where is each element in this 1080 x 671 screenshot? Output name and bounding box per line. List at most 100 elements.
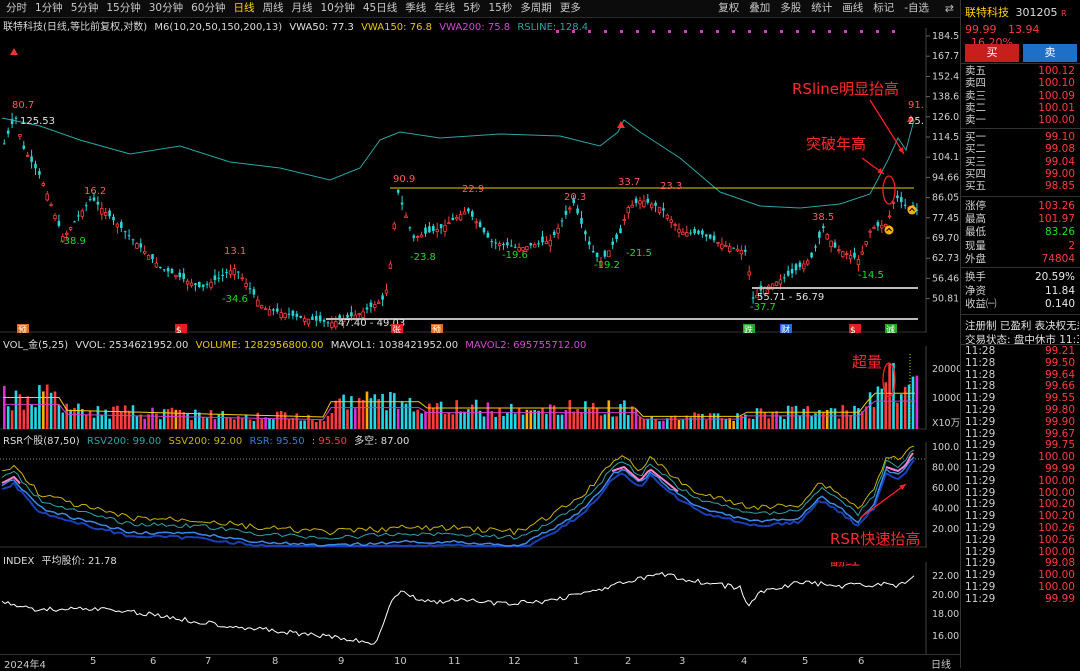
- tick-time: 11:29: [965, 404, 996, 416]
- stat-row-value: 83.26: [1044, 226, 1075, 239]
- rsr-chart[interactable]: 100.0 80.00 60.00 40.00 20.00 RSR快速抬高: [0, 442, 960, 548]
- event-marker[interactable]: 诚: [886, 324, 895, 333]
- tick-row: 11:28 99.21: [961, 345, 1080, 358]
- stat-row-value: 103.26: [1038, 200, 1075, 212]
- stat-row-label: 外盘: [965, 252, 986, 265]
- tool-button[interactable]: 画线: [837, 2, 868, 15]
- rsr-axis-tick: 100.0: [932, 442, 959, 453]
- event-marker[interactable]: $: [176, 326, 182, 333]
- period-tab[interactable]: 10分钟: [317, 2, 359, 15]
- stat-row: 现量 2: [961, 240, 1080, 252]
- period-tab[interactable]: 年线: [430, 2, 459, 15]
- date-tick: 2: [625, 656, 632, 667]
- period-tab[interactable]: 季线: [401, 2, 430, 15]
- volume-axis-tick: X10万: [932, 418, 960, 429]
- tick-time: 11:29: [965, 522, 996, 534]
- signal-up-icon: [907, 205, 917, 215]
- ask-row-value: 100.00: [1038, 114, 1075, 127]
- period-tab[interactable]: 30分钟: [145, 2, 187, 15]
- period-tab[interactable]: 5秒: [459, 2, 484, 15]
- tick-price: 99.99: [1044, 463, 1075, 475]
- stat-row-value: 74804: [1041, 252, 1075, 265]
- tick-time: 11:29: [965, 415, 996, 428]
- annotation-text: RSline明显抬高: [792, 80, 899, 98]
- ask-row: 卖三 100.09: [961, 90, 1080, 102]
- tick-price: 100.00: [1038, 474, 1075, 487]
- period-tab[interactable]: 分时: [2, 2, 31, 15]
- price-axis-tick: 50.81: [932, 294, 959, 305]
- buy-button[interactable]: 买: [965, 44, 1019, 62]
- price-axis-tick: 77.45: [932, 213, 959, 224]
- period-tab[interactable]: 1分钟: [31, 2, 67, 15]
- period-tab[interactable]: 45日线: [359, 2, 401, 15]
- tick-row: 11:29 99.90: [961, 415, 1080, 429]
- index-chart[interactable]: 22.00 20.00 18.00 16.00 翻红: [0, 562, 960, 654]
- bid-row-value: 99.10: [1044, 131, 1075, 143]
- stat-row-value: 11.84: [1044, 284, 1075, 297]
- price-level-label: 25.: [908, 116, 924, 127]
- period-tab[interactable]: 日线: [230, 2, 259, 15]
- price-axis-tick: 86.05: [932, 193, 959, 204]
- bid-row-label: 买一: [965, 131, 986, 143]
- annotation-text: 超量: [852, 353, 882, 371]
- period-toolbar: 分时 1分钟 5分钟 15分钟 30分钟 60分钟 日线 周线 月线 10分钟 45日线 季线 年线 5秒…: [0, 0, 960, 18]
- date-tick: 9: [338, 656, 345, 667]
- last-price: 99.99: [965, 23, 997, 36]
- tool-button[interactable]: 标记: [868, 2, 899, 15]
- tool-button[interactable]: -自选: [899, 2, 934, 15]
- rsr-axis-tick: 20.00: [932, 524, 959, 535]
- tick-price: 99.90: [1044, 415, 1075, 428]
- price-axis-tick: 152.4: [932, 71, 959, 82]
- period-tab[interactable]: 月线: [288, 2, 317, 15]
- volume-chart[interactable]: 20000 10000 X10万 超量: [0, 346, 960, 430]
- tool-button[interactable]: 复权: [713, 2, 744, 15]
- stat-row-value: 20.59%: [1034, 271, 1075, 283]
- stat-row: 净资 11.84: [961, 285, 1080, 297]
- event-marker[interactable]: 财: [781, 324, 790, 333]
- event-marker[interactable]: 预: [18, 325, 27, 333]
- stat-row: 涨停 103.26: [961, 200, 1080, 212]
- period-tab[interactable]: 周线: [259, 2, 288, 15]
- event-marker[interactable]: $: [850, 326, 856, 333]
- reg-line: 注册制 已盈利 表决权无差: [965, 320, 1079, 332]
- price-level-label: 80.7: [12, 100, 34, 111]
- event-marker[interactable]: 预: [432, 325, 441, 333]
- event-marker[interactable]: 张: [392, 325, 401, 333]
- price-change: 13.94: [1008, 23, 1040, 36]
- tool-button[interactable]: 多股: [775, 2, 806, 15]
- date-tick: 11: [448, 656, 461, 667]
- tool-button[interactable]: 统计: [806, 2, 837, 15]
- period-tab[interactable]: 60分钟: [187, 2, 229, 15]
- price-axis-tick: 94.66: [932, 172, 959, 183]
- event-marker[interactable]: 跌: [744, 325, 753, 333]
- period-tab[interactable]: 更多: [556, 2, 585, 15]
- price-level-label: 13.1: [224, 246, 246, 257]
- tool-button[interactable]: 叠加: [744, 2, 775, 15]
- peak-marker-icon: [617, 121, 625, 128]
- period-tab[interactable]: 15分钟: [102, 2, 144, 15]
- period-tab[interactable]: 多周期: [516, 2, 556, 15]
- period-label[interactable]: 日线: [931, 656, 951, 671]
- bid-row: 买一 99.10: [961, 131, 1080, 143]
- period-tab[interactable]: 15秒: [484, 2, 516, 15]
- date-tick: 8: [272, 656, 279, 667]
- sell-button[interactable]: 卖: [1023, 44, 1077, 62]
- date-tick: 4: [741, 656, 748, 667]
- toggle-icon[interactable]: ⇄: [945, 2, 954, 15]
- tick-row: 11:29 99.80: [961, 404, 1080, 417]
- tick-time: 11:29: [965, 463, 996, 475]
- price-axis-tick: 184.5: [932, 31, 959, 42]
- stat-row: 换手 20.59%: [961, 271, 1080, 283]
- price-level-label: -37.7: [750, 302, 776, 313]
- price-level-label: -21.5: [626, 248, 652, 259]
- date-tick: 5: [802, 656, 809, 667]
- price-level-label: 20.3: [564, 192, 586, 203]
- index-axis-tick: 16.00: [932, 631, 959, 642]
- ask-row: 卖二 100.01: [961, 102, 1080, 114]
- price-chart[interactable]: 184.5 167.7 152.4 138.6 126.0 114.5 104.1 94.66…: [0, 28, 960, 333]
- ask-row-value: 100.10: [1038, 77, 1075, 90]
- date-tick: 7: [205, 656, 212, 667]
- date-tick: 2024年4: [4, 660, 46, 671]
- stat-row-value: 0.140: [1044, 298, 1075, 310]
- period-tab[interactable]: 5分钟: [67, 2, 103, 15]
